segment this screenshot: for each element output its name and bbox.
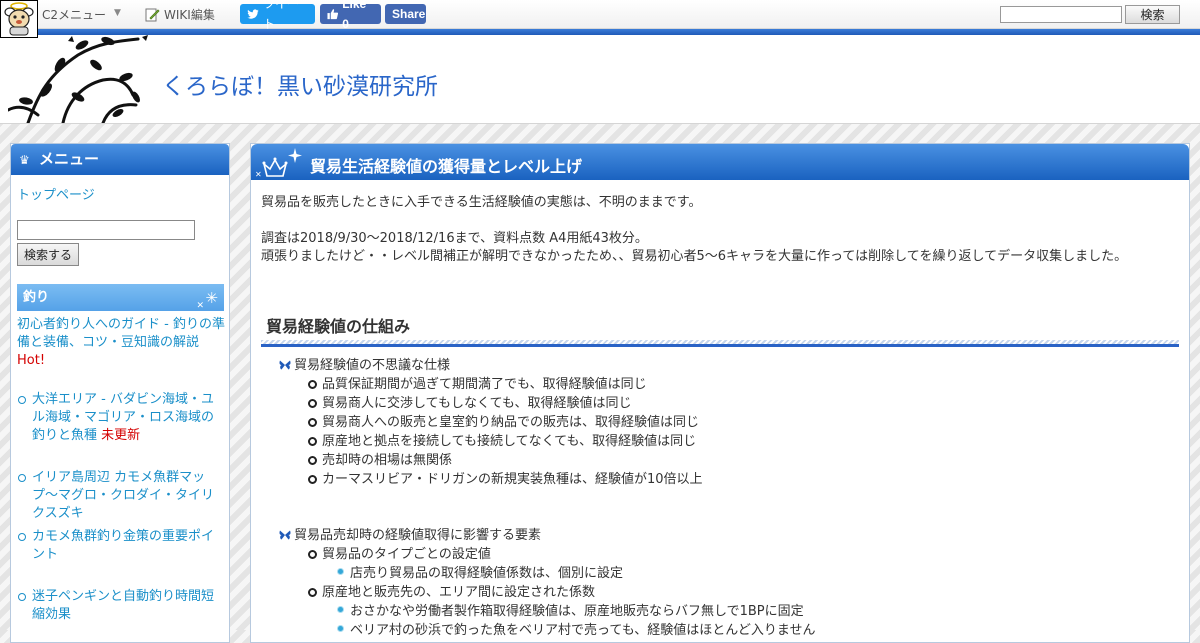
top-search-button[interactable]: 検索	[1125, 5, 1180, 24]
list-item-text: 貿易経験値の不思議な仕様	[294, 358, 451, 373]
main-content-panel: ✕ 貿易生活経験値の獲得量とレベル上げ 貿易品を販売したときに入手できる生活経験…	[250, 143, 1190, 643]
thumbs-up-icon	[327, 9, 339, 20]
ring-bullet-icon	[18, 396, 26, 404]
list-item: 原産地と拠点を接続しても接続してなくても、取得経験値は同じ	[308, 432, 696, 451]
edit-icon	[145, 8, 160, 22]
ring-bullet-icon	[308, 437, 317, 446]
list-item: 品質保証期間が過ぎて期間満了でも、取得経験値は同じ	[308, 375, 647, 394]
list-item: ベリア村の砂浜で釣った魚をベリア村で売っても、経験値はほとんど入りません	[337, 621, 816, 640]
list-item-text: 貿易品のタイプごとの設定値	[322, 547, 491, 562]
list-item-text: カーマスリビア・ドリガンの新規実装魚種は、経験値が10倍以上	[322, 472, 703, 487]
list-item-text: 原産地と販売先の、エリア間に設定された係数	[322, 585, 596, 600]
ring-bullet-icon	[308, 550, 317, 559]
ring-bullet-icon	[18, 593, 26, 601]
sidebar-menu-title: メニュー	[39, 150, 100, 168]
butterfly-bullet-icon	[279, 360, 291, 370]
butterfly-bullet-icon	[279, 530, 291, 540]
c2-menu-link[interactable]: C2メニュー	[42, 6, 106, 23]
vine-decoration-icon	[8, 35, 148, 123]
wiki-edit-link[interactable]: WIKI編集	[145, 6, 215, 23]
survey-text: 頑張りましたけど・・レベル間補正が解明できなかったため、、貿易初心者5～6キャラ…	[261, 249, 1128, 264]
sidebar-item-text: イリア島周辺 カモメ魚群マップ～マグロ・クロダイ・タイリクスズキ	[32, 470, 215, 521]
sidebar-link-seagull-money[interactable]: カモメ魚群釣り金策の重要ポイント	[17, 528, 217, 564]
sidebar-menu-header: ♛ メニュー	[11, 144, 229, 175]
sidebar-feature-text: 初心者釣り人へのガイド - 釣りの準備と装備、コツ・豆知識の解説	[17, 317, 225, 350]
wiki-edit-label: WIKI編集	[164, 8, 215, 22]
ring-bullet-icon	[18, 533, 26, 541]
site-title[interactable]: くろらぼ！黒い砂漠研究所	[162, 67, 438, 101]
list-item: 貿易品のタイプごとの設定値	[308, 545, 491, 564]
list-item-text: 店売り貿易品の取得経験値係数は、個別に設定	[350, 566, 624, 581]
top-toolbar: C2メニュー ▼ WIKI編集 ツイート Like 0 Share 検索	[0, 0, 1200, 38]
ring-bullet-icon	[308, 380, 317, 389]
list-item: カーマスリビア・ドリガンの新規実装魚種は、経験値が10倍以上	[308, 470, 703, 489]
facebook-share-button[interactable]: Share	[385, 4, 426, 24]
hot-badge: Hot!	[17, 353, 46, 368]
sidebar-link-top-page[interactable]: トップページ	[17, 184, 95, 203]
survey-text: 調査は2018/9/30～2018/12/16まで、資料点数 A4用紙43枚分。	[261, 231, 648, 246]
dot-bullet-icon	[338, 626, 343, 631]
sidebar-fishing-title: 釣り	[23, 290, 50, 305]
ring-bullet-icon	[18, 474, 26, 482]
list-item: 貿易商人への販売と皇室釣り納品での販売は、取得経験値は同じ	[308, 413, 699, 432]
sidebar-fishing-header: 釣り ✕ ✳	[17, 284, 224, 311]
list-item: おさかなや労働者製作箱取得経験値は、原産地販売ならバフ無しで1BPに固定	[337, 602, 804, 621]
section-divider	[261, 340, 1179, 347]
sparkle-icon: ✳	[205, 289, 218, 307]
crown-icon: ♛	[19, 153, 30, 167]
ring-bullet-icon	[308, 588, 317, 597]
ring-bullet-icon	[308, 418, 317, 427]
list-item: 店売り貿易品の取得経験値係数は、個別に設定	[337, 564, 623, 583]
twitter-bird-icon	[247, 8, 259, 19]
chevron-down-icon[interactable]: ▼	[114, 8, 121, 18]
sidebar: ♛ メニュー トップページ 検索する 釣り ✕ ✳ 初心者釣り人へのガイド - …	[10, 143, 230, 643]
facebook-like-button[interactable]: Like 0	[320, 0, 381, 31]
page-title: 貿易生活経験値の獲得量とレベル上げ	[310, 157, 583, 176]
sidebar-link-seagull-map[interactable]: イリア島周辺 カモメ魚群マップ～マグロ・クロダイ・タイリクスズキ	[17, 469, 217, 523]
dot-bullet-icon	[338, 569, 343, 574]
sidebar-link-lost-penguin[interactable]: 迷子ペンギンと自動釣り時間短縮効果	[17, 588, 217, 624]
site-header: くろらぼ！黒い砂漠研究所	[0, 35, 1200, 124]
list-item-text: 原産地と拠点を接続しても接続してなくても、取得経験値は同じ	[322, 434, 697, 449]
list-item-text: 売却時の相場は無関係	[322, 453, 453, 468]
list-item: 貿易品売却時の経験値取得に影響する要素	[279, 526, 541, 545]
sidebar-link-ocean-area[interactable]: 大洋エリア - バダビン海域・ユル海域・マゴリア・ロス海域の釣りと魚種 未更新	[17, 391, 217, 445]
sidebar-item-text: カモメ魚群釣り金策の重要ポイント	[32, 529, 215, 562]
ring-bullet-icon	[308, 399, 317, 408]
intro-text: 貿易品を販売したときに入手できる生活経験値の実態は、不明のままです。	[261, 195, 702, 210]
tweet-button[interactable]: ツイート	[240, 0, 315, 31]
list-item-text: 貿易商人への販売と皇室釣り納品での販売は、取得経験値は同じ	[322, 415, 700, 430]
list-item-text: 貿易商人に交渉してもしなくても、取得経験値は同じ	[322, 396, 632, 411]
sidebar-item-text: 迷子ペンギンと自動釣り時間短縮効果	[32, 589, 215, 622]
ring-bullet-icon	[308, 456, 317, 465]
crown-sparkle-icon: ✕	[255, 148, 302, 179]
list-item: 売却時の相場は無関係	[308, 451, 452, 470]
list-item-text: 品質保証期間が過ぎて期間満了でも、取得経験値は同じ	[322, 377, 647, 392]
list-item: 貿易経験値の不思議な仕様	[279, 356, 450, 375]
share-label: Share	[392, 7, 426, 21]
list-item-text: 貿易品売却時の経験値取得に影響する要素	[294, 528, 542, 543]
dot-bullet-icon	[338, 607, 343, 612]
ring-bullet-icon	[308, 475, 317, 484]
svg-text:✕: ✕	[255, 170, 262, 179]
list-item: 原産地と販売先の、エリア間に設定された係数	[308, 583, 595, 602]
main-title-bar: ✕ 貿易生活経験値の獲得量とレベル上げ	[251, 144, 1189, 180]
list-item: 貿易商人に交渉してもしなくても、取得経験値は同じ	[308, 394, 632, 413]
sidebar-search-input[interactable]	[17, 220, 195, 240]
mascot-logo[interactable]	[0, 0, 38, 38]
list-item-text: おさかなや労働者製作箱取得経験値は、原産地販売ならバフ無しで1BPに固定	[350, 604, 804, 619]
sidebar-link-beginner-guide[interactable]: 初心者釣り人へのガイド - 釣りの準備と装備、コツ・豆知識の解説 Hot!	[17, 316, 227, 370]
not-updated-badge: 未更新	[101, 428, 141, 443]
list-item-text: ベリア村の砂浜で釣った魚をベリア村で売っても、経験値はほとんど入りません	[350, 623, 816, 638]
top-search-input[interactable]	[1000, 6, 1122, 23]
sidebar-search-button[interactable]: 検索する	[17, 243, 79, 266]
